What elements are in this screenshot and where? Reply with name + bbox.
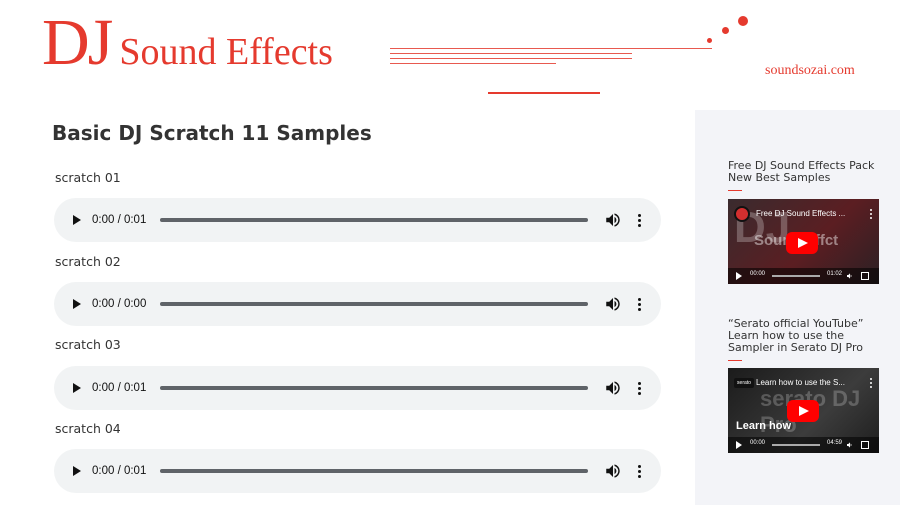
play-icon[interactable] — [68, 463, 84, 479]
channel-avatar[interactable]: serato — [734, 378, 754, 388]
video-menu-icon[interactable] — [869, 378, 873, 388]
header-underline — [488, 92, 600, 94]
header-dot-medium — [722, 27, 729, 34]
video-controls: 00:00 01:02 — [728, 268, 879, 284]
logo-sound-effects-text: Sound Effects — [119, 31, 333, 73]
video-menu-icon[interactable] — [869, 209, 873, 219]
video-duration: 01:02 — [827, 271, 843, 277]
audio-player[interactable]: 0:00 / 0:01 — [54, 366, 661, 410]
site-url-link[interactable]: soundsozai.com — [765, 63, 855, 79]
more-vert-icon[interactable] — [632, 379, 646, 397]
play-icon[interactable] — [68, 296, 84, 312]
volume-icon[interactable] — [604, 379, 622, 397]
youtube-embed[interactable]: DJ Sound Effct Free DJ Sound Effects ...… — [728, 199, 879, 284]
video-current-time: 00:00 — [750, 440, 766, 446]
video-title[interactable]: Learn how to use the S... — [756, 378, 868, 387]
sample-label: scratch 04 — [55, 421, 121, 436]
play-icon[interactable] — [68, 212, 84, 228]
video-volume-icon[interactable] — [846, 441, 854, 449]
audio-player[interactable]: 0:00 / 0:01 — [54, 449, 661, 493]
audio-seek-bar[interactable] — [160, 469, 588, 473]
video-duration: 04:59 — [827, 440, 843, 446]
sidebar-title-rule — [728, 190, 742, 191]
audio-seek-bar[interactable] — [160, 302, 588, 306]
video-thumb-caption: Learn how — [736, 420, 792, 432]
video-seek-bar[interactable] — [772, 444, 820, 446]
header-decorative-lines — [388, 0, 728, 100]
header-dot-large — [738, 16, 748, 26]
audio-player[interactable]: 0:00 / 0:00 — [54, 282, 661, 326]
youtube-play-icon[interactable] — [786, 232, 818, 254]
volume-icon[interactable] — [604, 295, 622, 313]
audio-seek-bar[interactable] — [160, 386, 588, 390]
video-controls: 00:00 04:59 — [728, 437, 879, 453]
video-play-icon[interactable] — [736, 441, 742, 449]
audio-seek-bar[interactable] — [160, 218, 588, 222]
audio-time: 0:00 / 0:00 — [92, 298, 147, 310]
page-title: Basic DJ Scratch 11 Samples — [52, 121, 372, 145]
sample-label: scratch 03 — [55, 337, 121, 352]
header-dot-small — [707, 38, 712, 43]
video-seek-bar[interactable] — [772, 275, 820, 277]
sidebar-title-line: New Best Samples — [728, 171, 831, 184]
volume-icon[interactable] — [604, 462, 622, 480]
fullscreen-icon[interactable] — [861, 272, 869, 280]
youtube-embed[interactable]: serato DJ Pro serato Learn how to use th… — [728, 368, 879, 453]
video-current-time: 00:00 — [750, 271, 766, 277]
audio-time: 0:00 / 0:01 — [92, 465, 147, 477]
youtube-play-icon[interactable] — [787, 400, 819, 422]
video-title[interactable]: Free DJ Sound Effects ... — [756, 209, 868, 218]
sidebar-widget-title: “Serato official YouTube” Learn how to u… — [728, 318, 888, 354]
sidebar-title-rule — [728, 360, 742, 361]
sidebar-title-line: Sampler in Serato DJ Pro — [728, 341, 864, 354]
more-vert-icon[interactable] — [632, 462, 646, 480]
audio-time: 0:00 / 0:01 — [92, 382, 147, 394]
site-logo[interactable]: DJ Sound Effects — [42, 8, 333, 78]
sidebar-widget-title: Free DJ Sound Effects Pack New Best Samp… — [728, 160, 888, 184]
video-play-icon[interactable] — [736, 272, 742, 280]
logo-dj-text: DJ — [42, 6, 113, 79]
channel-avatar[interactable] — [734, 206, 750, 222]
volume-icon[interactable] — [604, 211, 622, 229]
audio-time: 0:00 / 0:01 — [92, 214, 147, 226]
audio-player[interactable]: 0:00 / 0:01 — [54, 198, 661, 242]
video-volume-icon[interactable] — [846, 272, 854, 280]
more-vert-icon[interactable] — [632, 211, 646, 229]
play-icon[interactable] — [68, 380, 84, 396]
sample-label: scratch 02 — [55, 254, 121, 269]
fullscreen-icon[interactable] — [861, 441, 869, 449]
more-vert-icon[interactable] — [632, 295, 646, 313]
sample-label: scratch 01 — [55, 170, 121, 185]
